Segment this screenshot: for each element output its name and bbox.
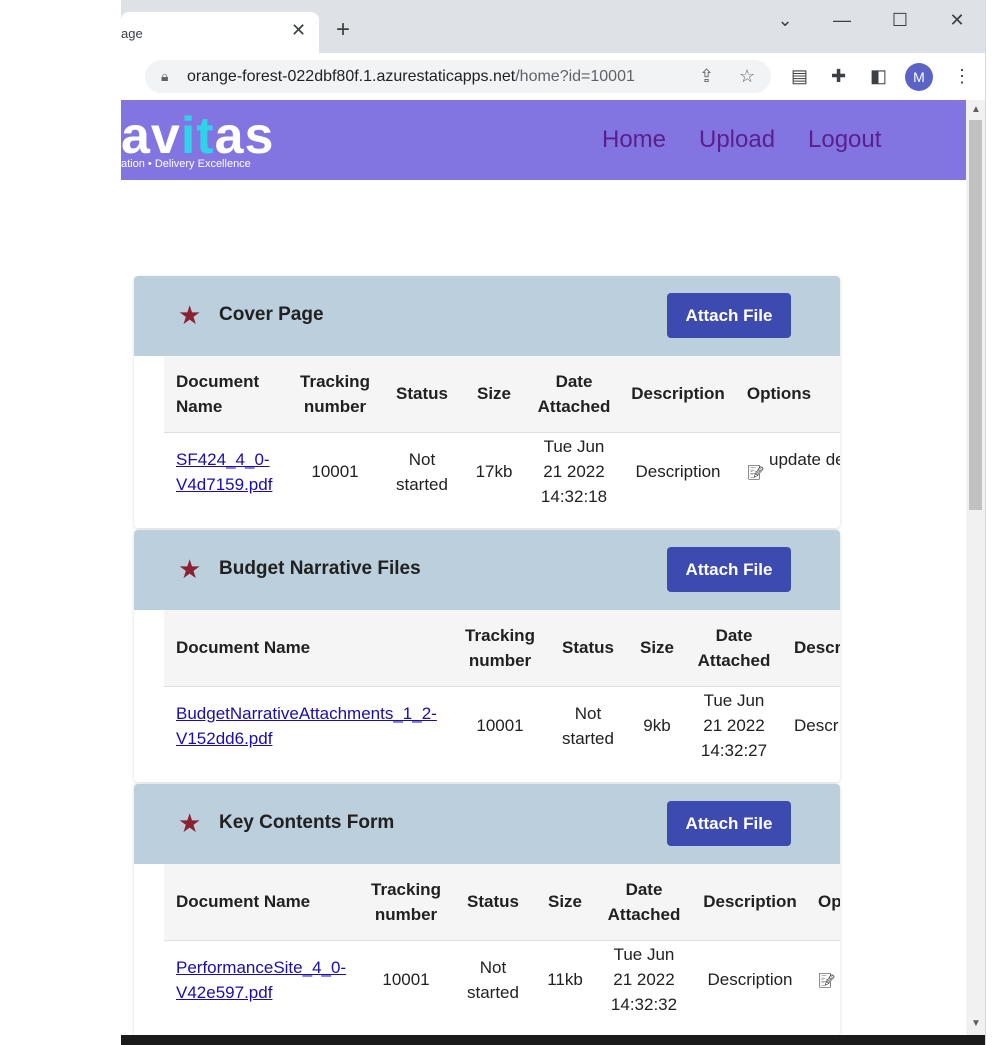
scroll-up-icon[interactable]: ▲ — [971, 104, 981, 115]
col-description: Descr — [794, 638, 840, 657]
table-header: Document Name Tracking number Status Siz… — [164, 864, 840, 941]
section-header: ★ Budget Narrative Files Attach File — [134, 530, 840, 610]
section-header: ★ Key Contents Form Attach File — [134, 784, 840, 864]
status: Not started — [467, 958, 519, 1002]
col-status: Status — [467, 892, 519, 911]
col-size: Size — [547, 892, 583, 911]
table-header: Document Name Tracking number Status Siz… — [164, 610, 840, 687]
minimize-button[interactable]: — — [819, 8, 865, 32]
status: Not started — [562, 704, 614, 748]
col-date-attached: Date Attached — [537, 372, 611, 416]
col-description: Description — [703, 892, 797, 911]
share-icon[interactable]: ⇪ — [699, 66, 714, 87]
tracking-number: 10001 — [311, 462, 359, 481]
logo-text-start: av — [121, 107, 181, 165]
new-tab-button[interactable]: + — [336, 18, 350, 42]
section-title: Budget Narrative Files — [219, 558, 421, 579]
address-bar[interactable]: 🔒︎ orange-forest-022dbf80f.1.azurestatic… — [145, 60, 771, 93]
description: Description — [707, 970, 793, 989]
col-size: Size — [639, 638, 675, 657]
menu-kebab-icon[interactable]: ⋮ — [953, 66, 971, 87]
col-tracking-number: Tracking number — [371, 880, 441, 924]
profile-avatar[interactable]: M — [905, 63, 933, 91]
attach-file-button[interactable]: Attach File — [667, 293, 791, 338]
col-description: Description — [631, 384, 725, 403]
attach-file-button[interactable]: Attach File — [667, 547, 791, 592]
site-logo[interactable]: avitas — [121, 106, 274, 166]
star-icon: ★ — [178, 808, 202, 838]
scroll-thumb[interactable] — [969, 120, 982, 510]
nav-upload[interactable]: Upload — [699, 126, 775, 154]
col-tracking-number: Tracking number — [300, 372, 370, 416]
col-document-name: Document Name — [176, 892, 311, 911]
section-key-contents-form: ★ Key Contents Form Attach File Document… — [134, 784, 840, 1036]
logo-text-accent: it — [180, 107, 215, 165]
col-date-attached: Date Attached — [607, 880, 681, 924]
tracking-number: 10001 — [382, 970, 430, 989]
url-path: /home?id=10001 — [515, 68, 635, 85]
col-options: Op — [818, 892, 840, 911]
lock-icon[interactable]: 🔒︎ — [161, 68, 168, 85]
bookmark-star-icon[interactable]: ☆ — [739, 66, 755, 87]
date-attached: Tue Jun 21 2022 14:32:18 — [540, 437, 608, 506]
logo-text-end: as — [214, 107, 275, 165]
col-document-name: Document Name — [176, 372, 260, 416]
page-scrollbar[interactable]: ▲ ▼ — [966, 100, 985, 1035]
nav-home[interactable]: Home — [602, 126, 666, 154]
description: Description — [635, 462, 721, 481]
reader-icon[interactable]: ▤ — [791, 66, 808, 87]
col-status: Status — [562, 638, 614, 657]
desktop-edge-left — [0, 0, 121, 1045]
tab-close-icon[interactable]: ✕ — [291, 20, 306, 41]
section-header: ★ Cover Page Attach File — [134, 276, 840, 356]
section-budget-narrative-files: ★ Budget Narrative Files Attach File Doc… — [134, 530, 840, 782]
size: 11kb — [547, 970, 583, 989]
update-description-link[interactable]: update description — [769, 447, 840, 472]
close-window-button[interactable]: ✕ — [934, 8, 980, 32]
tab-title: age — [121, 26, 143, 41]
col-document-name: Document Name — [176, 638, 311, 657]
nav-logout[interactable]: Logout — [808, 126, 881, 154]
star-icon: ★ — [178, 300, 202, 330]
tab-search-icon[interactable]: ⌄ — [762, 8, 808, 32]
col-size: Size — [476, 384, 512, 403]
col-tracking-number: Tracking number — [465, 626, 535, 670]
edit-icon[interactable]: 📝︎ — [818, 968, 836, 993]
url-text[interactable]: orange-forest-022dbf80f.1.azurestaticapp… — [187, 68, 635, 86]
document-link[interactable]: BudgetNarrativeAttachments_1_2-V152dd6.p… — [176, 701, 451, 751]
col-options: Options — [746, 384, 812, 403]
browser-tab[interactable]: age ✕ — [121, 12, 319, 53]
side-panel-icon[interactable]: ◧ — [870, 66, 887, 87]
size: 17kb — [475, 462, 513, 481]
col-status: Status — [396, 384, 448, 403]
desktop-edge-right — [985, 0, 995, 1045]
col-date-attached: Date Attached — [697, 626, 771, 670]
extensions-icon[interactable]: ✚ — [831, 66, 846, 87]
browser-toolbar: 🔒︎ orange-forest-022dbf80f.1.azurestatic… — [121, 53, 985, 101]
url-host: orange-forest-022dbf80f.1.azurestaticapp… — [187, 68, 516, 85]
section-title: Key Contents Form — [219, 812, 395, 833]
taskbar-edge — [121, 1035, 985, 1045]
date-attached: Tue Jun 21 2022 14:32:32 — [610, 945, 678, 1014]
section-title: Cover Page — [219, 304, 324, 325]
logo-tagline: ation • Delivery Excellence — [121, 158, 251, 170]
maximize-button[interactable]: ☐ — [877, 8, 923, 32]
size: 9kb — [643, 716, 671, 735]
document-link[interactable]: SF424_4_0-V4d7159.pdf — [176, 447, 291, 497]
tracking-number: 10001 — [476, 716, 524, 735]
status: Not started — [396, 450, 448, 494]
site-header: avitas ation • Delivery Excellence Home … — [121, 100, 966, 180]
section-cover-page: ★ Cover Page Attach File Document Name T… — [134, 276, 840, 528]
document-link[interactable]: PerformanceSite_4_0-V42e597.pdf — [176, 955, 361, 1005]
star-icon: ★ — [178, 554, 202, 584]
edit-icon[interactable]: 📝︎ — [747, 460, 765, 485]
date-attached: Tue Jun 21 2022 14:32:27 — [700, 691, 768, 760]
description: Descr — [794, 716, 839, 735]
table-header: Document Name Tracking number Status Siz… — [164, 356, 840, 433]
browser-tabstrip: age ✕ + ⌄ — ☐ ✕ — [121, 0, 985, 53]
attach-file-button[interactable]: Attach File — [667, 801, 791, 846]
scroll-down-icon[interactable]: ▼ — [971, 1018, 981, 1029]
